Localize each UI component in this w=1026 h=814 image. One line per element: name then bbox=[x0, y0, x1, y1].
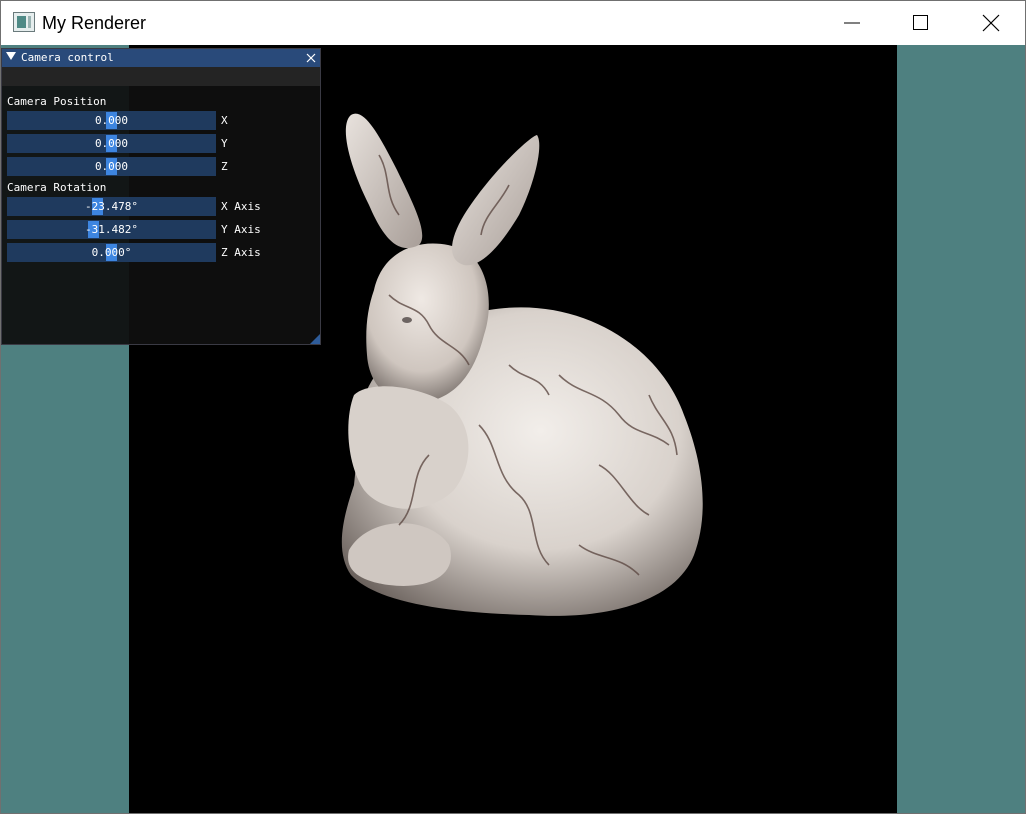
app-window-icon bbox=[13, 12, 35, 32]
slider-label: Y bbox=[221, 137, 228, 150]
rotation-y-slider[interactable]: -31.482° bbox=[7, 220, 216, 239]
slider-value: 0.000° bbox=[91, 246, 132, 259]
close-icon bbox=[982, 14, 1000, 32]
slider-label: X Axis bbox=[221, 200, 261, 213]
minimize-button[interactable] bbox=[829, 1, 875, 45]
slider-label: Z bbox=[221, 160, 228, 173]
triangle-down-icon[interactable] bbox=[6, 52, 16, 60]
position-y-slider[interactable]: 0.000 bbox=[7, 134, 216, 153]
close-icon bbox=[306, 53, 316, 63]
slider-label: X bbox=[221, 114, 228, 127]
camera-rotation-label: Camera Rotation bbox=[7, 181, 107, 194]
slider-value: -31.482° bbox=[85, 223, 138, 236]
rotation-z-slider[interactable]: 0.000° bbox=[7, 243, 216, 262]
minimize-icon bbox=[844, 22, 860, 24]
panel-menu-bar bbox=[2, 67, 320, 86]
slider-value: 0.000 bbox=[94, 137, 129, 150]
panel-title-bar[interactable]: Camera control bbox=[2, 49, 320, 67]
position-z-slider[interactable]: 0.000 bbox=[7, 157, 216, 176]
resize-grip-icon[interactable] bbox=[310, 334, 320, 344]
title-bar[interactable]: My Renderer bbox=[1, 1, 1025, 45]
position-x-slider[interactable]: 0.000 bbox=[7, 111, 216, 130]
rotation-x-slider[interactable]: -23.478° bbox=[7, 197, 216, 216]
camera-position-label: Camera Position bbox=[7, 95, 107, 108]
slider-label: Z Axis bbox=[221, 246, 261, 259]
slider-value: -23.478° bbox=[85, 200, 138, 213]
window-title: My Renderer bbox=[42, 13, 147, 33]
app-window: My Renderer Camera control Camera Positi… bbox=[0, 0, 1026, 814]
maximize-icon bbox=[913, 15, 928, 30]
maximize-button[interactable] bbox=[898, 1, 944, 45]
camera-control-panel[interactable]: Camera control Camera Position 0.000 X 0… bbox=[1, 48, 321, 345]
slider-label: Y Axis bbox=[221, 223, 261, 236]
panel-close-button[interactable] bbox=[304, 49, 318, 67]
panel-title: Camera control bbox=[21, 51, 114, 64]
close-button[interactable] bbox=[968, 1, 1014, 45]
slider-value: 0.000 bbox=[94, 114, 129, 127]
slider-value: 0.000 bbox=[94, 160, 129, 173]
